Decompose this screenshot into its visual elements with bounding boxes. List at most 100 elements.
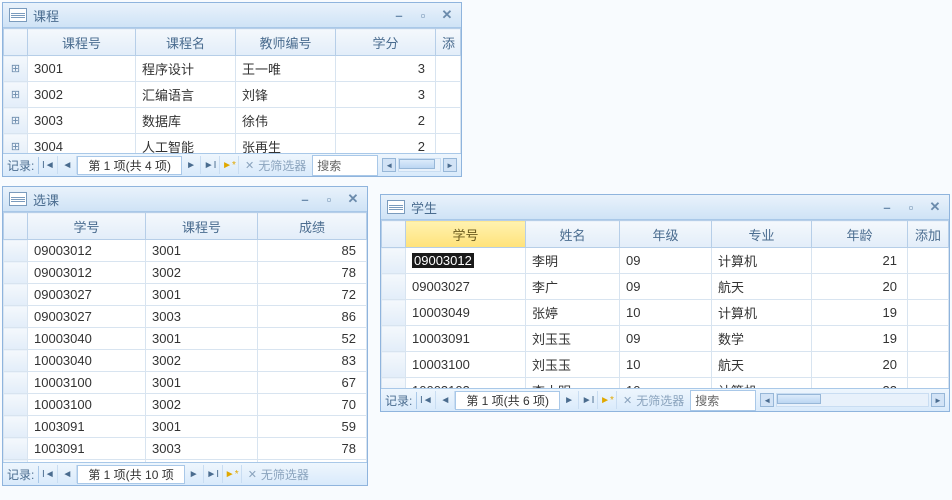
horizontal-scrollbar[interactable]: ◄ ► [756, 393, 949, 407]
filter-icon: ✕ [245, 159, 254, 172]
select-all-cell[interactable] [382, 221, 406, 248]
select-all-cell[interactable] [4, 29, 28, 56]
table-row[interactable]: 10003100刘玉玉10航天20 [382, 352, 949, 378]
nav-first-icon[interactable]: I◄ [39, 156, 58, 174]
col-name[interactable]: 姓名 [526, 221, 620, 248]
select-all-cell[interactable] [4, 213, 28, 240]
col-course-id[interactable]: 课程号 [28, 29, 136, 56]
nav-prev-icon[interactable]: ◄ [58, 156, 77, 174]
scroll-left-icon[interactable]: ◄ [382, 158, 396, 172]
table-row[interactable]: 09003027李广09航天20 [382, 274, 949, 300]
titlebar-selections[interactable]: 选课 – ▫ ✕ [3, 187, 367, 212]
col-teacher-id[interactable]: 教师编号 [236, 29, 336, 56]
table-row[interactable]: 09003012300185 [4, 240, 367, 262]
close-button[interactable]: ✕ [345, 192, 361, 206]
scroll-thumb[interactable] [777, 394, 821, 404]
window-title: 选课 [33, 190, 297, 209]
col-course-name[interactable]: 课程名 [136, 29, 236, 56]
record-position[interactable]: 第 1 项(共 10 项 [77, 465, 184, 484]
table-row[interactable]: 09003027300172 [4, 284, 367, 306]
horizontal-scrollbar[interactable]: ◄ ► [378, 158, 461, 172]
col-major[interactable]: 专业 [712, 221, 812, 248]
nav-last-icon[interactable]: ►I [579, 391, 598, 409]
table-row[interactable]: 3002汇编语言刘锋3 [4, 82, 461, 108]
expand-row-icon[interactable] [4, 108, 28, 134]
maximize-button[interactable]: ▫ [903, 200, 919, 214]
minimize-button[interactable]: – [391, 8, 407, 22]
status-bar-students: 记录: I◄ ◄ 第 1 项(共 6 项) ► ►I ►* ✕无筛选器 搜索 ◄… [381, 388, 949, 411]
titlebar-students[interactable]: 学生 – ▫ ✕ [381, 195, 949, 220]
table-row[interactable]: 09003012李明09计算机21 [382, 248, 949, 274]
scroll-track[interactable] [776, 393, 929, 407]
table-row[interactable]: 10003100300167 [4, 372, 367, 394]
status-bar-selections: 记录: I◄ ◄ 第 1 项(共 10 项 ► ►I ►* ✕无筛选器 [3, 462, 367, 485]
nav-first-icon[interactable]: I◄ [417, 391, 436, 409]
table-row[interactable]: 09003027300386 [4, 306, 367, 328]
table-row[interactable]: 3001程序设计王一唯3 [4, 56, 461, 82]
records-label: 记录: [3, 157, 39, 174]
status-bar-courses: 记录: I◄ ◄ 第 1 项(共 4 项) ► ►I ►* ✕无筛选器 搜索 ◄… [3, 153, 461, 176]
selected-cell[interactable]: 09003012 [406, 248, 526, 274]
table-row[interactable]: 10003040300152 [4, 328, 367, 350]
datagrid-icon [9, 192, 27, 206]
scroll-thumb[interactable] [399, 159, 435, 169]
filter-icon: ✕ [623, 394, 632, 407]
col-credits[interactable]: 学分 [336, 29, 436, 56]
filter-indicator[interactable]: ✕无筛选器 [242, 466, 315, 483]
col-add[interactable]: 添 [436, 29, 461, 56]
search-input[interactable]: 搜索 [312, 155, 378, 176]
scroll-track[interactable] [398, 158, 441, 172]
maximize-button[interactable]: ▫ [321, 192, 337, 206]
nav-prev-icon[interactable]: ◄ [436, 391, 455, 409]
scroll-right-icon[interactable]: ► [931, 393, 945, 407]
table-row[interactable]: 3003数据库徐伟2 [4, 108, 461, 134]
search-input[interactable]: 搜索 [690, 390, 756, 411]
filter-indicator[interactable]: ✕无筛选器 [239, 157, 312, 174]
table-row[interactable]: 1003091300159 [4, 416, 367, 438]
nav-first-icon[interactable]: I◄ [39, 465, 58, 483]
col-course-id[interactable]: 课程号 [146, 213, 258, 240]
col-student-id[interactable]: 学号 [28, 213, 146, 240]
nav-new-icon[interactable]: ►* [220, 156, 239, 174]
nav-last-icon[interactable]: ►I [204, 465, 223, 483]
table-row[interactable]: 09003012300278 [4, 262, 367, 284]
titlebar-courses[interactable]: 课程 – ▫ ✕ [3, 3, 461, 28]
scroll-right-icon[interactable]: ► [443, 158, 457, 172]
col-score[interactable]: 成绩 [258, 213, 367, 240]
maximize-button[interactable]: ▫ [415, 8, 431, 22]
expand-row-icon[interactable] [4, 82, 28, 108]
nav-last-icon[interactable]: ►I [201, 156, 220, 174]
close-button[interactable]: ✕ [439, 8, 455, 22]
window-courses: 课程 – ▫ ✕ 课程号 课程名 教师编号 学分 添 3001程序设计王一唯3 … [2, 2, 462, 177]
minimize-button[interactable]: – [297, 192, 313, 206]
table-row[interactable]: 1003091300378 [4, 438, 367, 460]
nav-next-icon[interactable]: ► [185, 465, 204, 483]
scroll-left-icon[interactable]: ◄ [760, 393, 774, 407]
table-row[interactable]: 10003091刘玉玉09数学19 [382, 326, 949, 352]
col-age[interactable]: 年龄 [812, 221, 908, 248]
col-student-id[interactable]: 学号 [406, 221, 526, 248]
table-row[interactable]: 10003040300283 [4, 350, 367, 372]
table-row[interactable]: 3004人工智能张再生2 [4, 134, 461, 154]
close-button[interactable]: ✕ [927, 200, 943, 214]
table-row[interactable]: 10003049张婷10计算机19 [382, 300, 949, 326]
nav-prev-icon[interactable]: ◄ [58, 465, 77, 483]
expand-row-icon[interactable] [4, 56, 28, 82]
col-grade[interactable]: 年级 [620, 221, 712, 248]
record-position[interactable]: 第 1 项(共 4 项) [77, 156, 182, 175]
filter-indicator[interactable]: ✕无筛选器 [617, 392, 690, 409]
nav-next-icon[interactable]: ► [182, 156, 201, 174]
nav-next-icon[interactable]: ► [560, 391, 579, 409]
record-position[interactable]: 第 1 项(共 6 项) [455, 391, 560, 410]
minimize-button[interactable]: – [879, 200, 895, 214]
nav-new-icon[interactable]: ►* [223, 465, 242, 483]
col-add[interactable]: 添加 [908, 221, 949, 248]
expand-row-icon[interactable] [4, 134, 28, 154]
datagrid-courses[interactable]: 课程号 课程名 教师编号 学分 添 3001程序设计王一唯3 3002汇编语言刘… [3, 28, 461, 153]
table-row[interactable]: 10003100300270 [4, 394, 367, 416]
nav-new-icon[interactable]: ►* [598, 391, 617, 409]
datagrid-selections[interactable]: 学号 课程号 成绩 09003012300185 09003012300278 … [3, 212, 367, 462]
window-students: 学生 – ▫ ✕ 学号 姓名 年级 专业 年龄 添加 09003012李明09计… [380, 194, 950, 412]
datagrid-students[interactable]: 学号 姓名 年级 专业 年龄 添加 09003012李明09计算机21 0900… [381, 220, 949, 388]
table-row[interactable]: 10003103李小明10计算机22 [382, 378, 949, 389]
